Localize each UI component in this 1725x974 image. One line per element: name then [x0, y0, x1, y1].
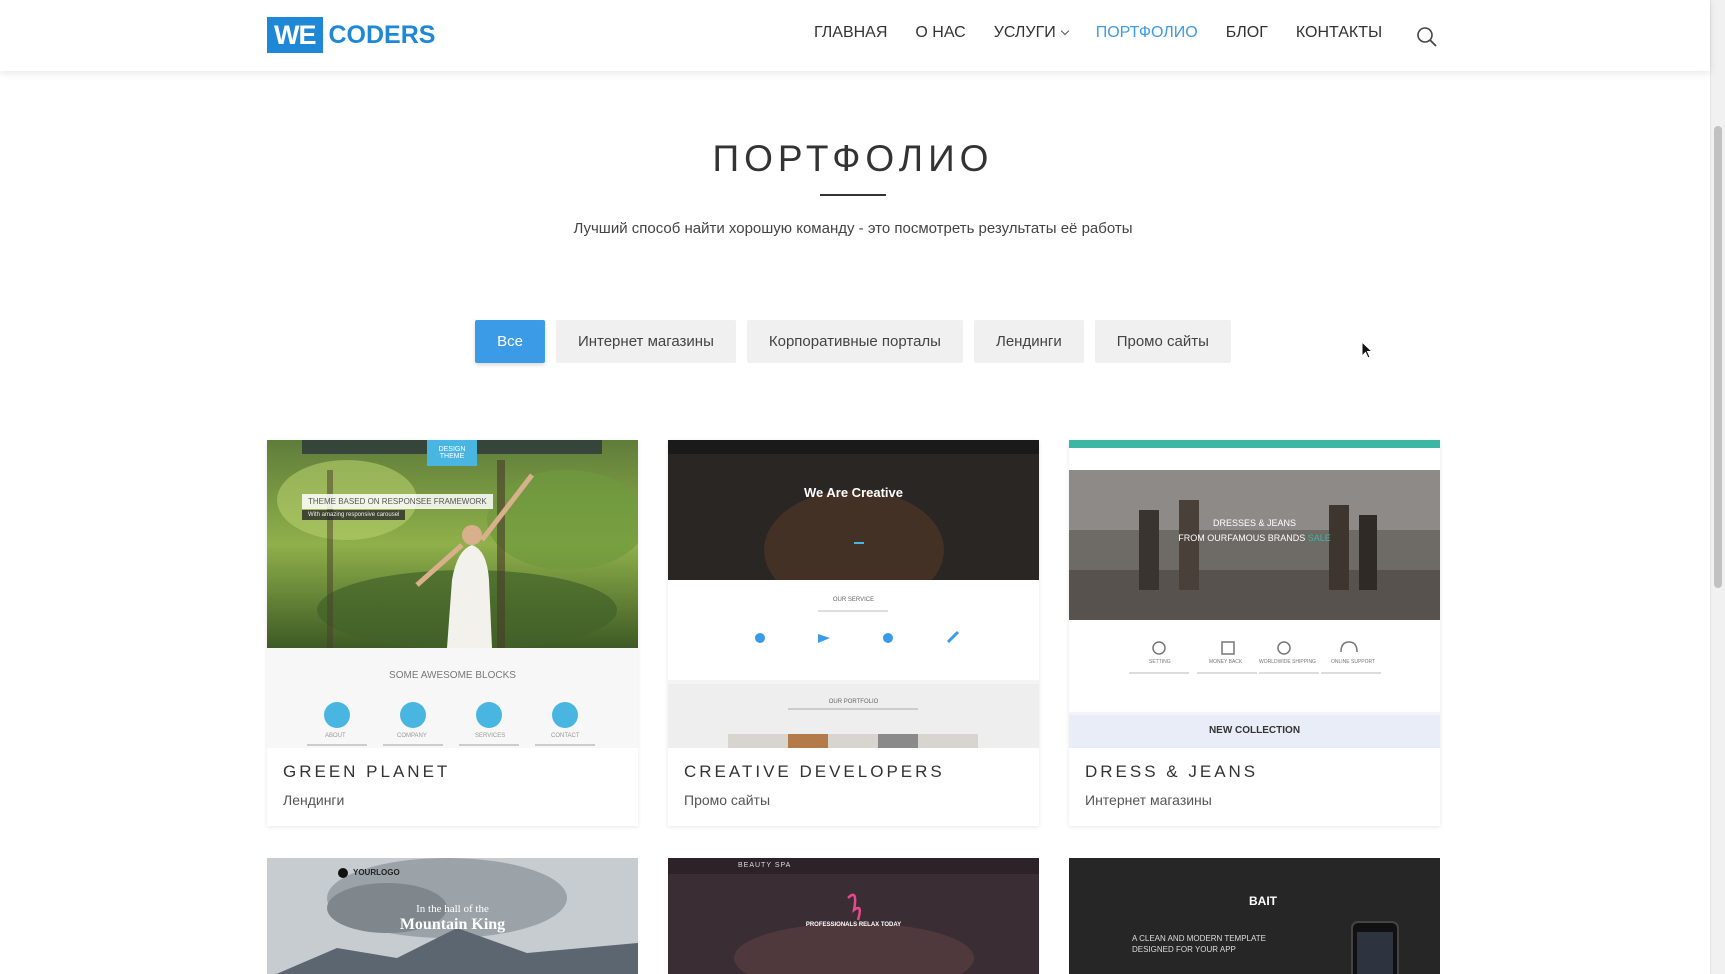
portfolio-filters: Все Интернет магазины Корпоративные порт…: [0, 320, 1706, 363]
filter-online-stores[interactable]: Интернет магазины: [555, 320, 736, 363]
search-icon[interactable]: [1416, 26, 1438, 48]
mouse-cursor-icon: [1361, 341, 1373, 359]
fashion-screenshot-image: [1069, 440, 1440, 748]
thumb-headline: We Are Creative: [804, 485, 903, 500]
card-category: Промо сайты: [684, 792, 771, 808]
scrollbar-thumb[interactable]: [1714, 126, 1722, 588]
portfolio-card-beauty-spa[interactable]: BEAUTY SPA PROFESSIONALS RELAX TODAY: [668, 858, 1039, 974]
nav-about[interactable]: О НАС: [915, 24, 965, 42]
portfolio-card-mountain-king[interactable]: YOURLOGO In the hall of the Mountain Kin…: [267, 858, 638, 974]
app-screenshot-image: [1069, 858, 1440, 974]
thumb-headline-2-text: FROM OURFAMOUS BRANDS: [1178, 533, 1306, 543]
thumb-icon-label: CONTACT: [551, 733, 580, 739]
portfolio-card-bait-app[interactable]: BAIT A CLEAN AND MODERN TEMPLATE DESIGNE…: [1069, 858, 1440, 974]
thumb-banner: THEME BASED ON RESPONSEE FRAMEWORK: [302, 494, 493, 509]
site-logo[interactable]: WE CODERS: [267, 17, 435, 53]
thumb-sale-text: SALE: [1307, 533, 1331, 543]
page-subtitle: Лучший способ найти хорошую команду - эт…: [573, 220, 1133, 237]
nav-contacts[interactable]: КОНТАКТЫ: [1296, 24, 1382, 42]
card-thumbnail: DRESSES & JEANS FROM OURFAMOUS BRANDS SA…: [1069, 440, 1440, 748]
thumb-feature-label: SETTING: [1149, 659, 1171, 665]
page-title: ПОРТФОЛИО: [712, 138, 994, 179]
card-category: Интернет магазины: [1085, 792, 1212, 808]
thumb-headline: PROFESSIONALS RELAX TODAY: [805, 922, 902, 928]
card-info: CREATIVE DEVELOPERS Промо сайты: [668, 748, 1039, 826]
portfolio-card-green-planet[interactable]: DESIGN THEME THEME BASED ON RESPONSEE FR…: [267, 440, 638, 826]
nav-services[interactable]: УСЛУГИ: [993, 24, 1069, 42]
card-thumbnail: DESIGN THEME THEME BASED ON RESPONSEE FR…: [267, 440, 638, 748]
thumb-icon-label: SERVICES: [475, 733, 506, 739]
thumb-active-menu: DESIGN THEME: [427, 440, 477, 466]
forest-screenshot-image: [267, 440, 638, 748]
thumb-brand: BEAUTY SPA: [738, 862, 792, 869]
card-info: GREEN PLANET Лендинги: [267, 748, 638, 826]
portfolio-card-creative-developers[interactable]: We Are Creative OUR SERVICE OUR PORTFOLI…: [668, 440, 1039, 826]
thumb-line-1: A CLEAN AND MODERN TEMPLATE: [1132, 934, 1266, 943]
thumb-line-2: Mountain King: [399, 916, 506, 933]
page-scrollbar[interactable]: [1710, 0, 1725, 974]
thumb-section-title: OUR SERVICE: [832, 597, 875, 603]
card-title: DRESS & JEANS: [1085, 762, 1259, 781]
filter-corporate-portals[interactable]: Корпоративные порталы: [746, 320, 963, 363]
card-info: DRESS & JEANS Интернет магазины: [1069, 748, 1440, 826]
card-title: CREATIVE DEVELOPERS: [684, 762, 945, 781]
logo-box: WE: [267, 17, 323, 53]
filter-landings[interactable]: Лендинги: [973, 320, 1084, 363]
thumb-line-1: In the hall of the: [416, 903, 489, 915]
thumb-banner-sub: With amazing responsive carousel: [302, 510, 406, 520]
card-thumbnail: We Are Creative OUR SERVICE OUR PORTFOLI…: [668, 440, 1039, 748]
card-category: Лендинги: [283, 792, 345, 808]
thumb-brand: BAIT: [1249, 894, 1277, 908]
main-nav: ГЛАВНАЯ О НАС УСЛУГИ ПОРТФОЛИО БЛОГ КОНТ…: [814, 24, 1410, 42]
thumb-headline-1: DRESSES & JEANS: [1212, 518, 1297, 528]
thumb-section-title-2: OUR PORTFOLIO: [828, 699, 879, 705]
nav-home[interactable]: ГЛАВНАЯ: [814, 24, 887, 42]
thumb-collection-label: NEW COLLECTION: [1208, 725, 1301, 736]
nav-services-label: УСЛУГИ: [993, 24, 1056, 41]
filter-all[interactable]: Все: [475, 320, 545, 363]
title-divider: [820, 194, 886, 196]
portfolio-card-dress-jeans[interactable]: DRESSES & JEANS FROM OURFAMOUS BRANDS SA…: [1069, 440, 1440, 826]
thumb-icon-label: ABOUT: [325, 733, 346, 739]
thumb-logo: YOURLOGO: [353, 868, 400, 877]
thumb-section-title: SOME AWESOME BLOCKS: [389, 670, 516, 681]
card-title: GREEN PLANET: [283, 762, 451, 781]
nav-portfolio[interactable]: ПОРТФОЛИО: [1096, 24, 1198, 42]
thumb-icon-label: COMPANY: [397, 733, 427, 739]
thumb-line-2: DESIGNED FOR YOUR APP: [1132, 945, 1236, 954]
chevron-down-icon: [1060, 26, 1069, 36]
thumb-feature-label: WORLDWIDE SHIPPING: [1259, 659, 1316, 665]
thumb-feature-label: MONEY BACK: [1209, 659, 1243, 665]
filter-promo-sites[interactable]: Промо сайты: [1094, 320, 1231, 363]
site-header: WE CODERS ГЛАВНАЯ О НАС УСЛУГИ ПОРТФОЛИО…: [0, 0, 1710, 71]
logo-text: CODERS: [328, 20, 436, 49]
nav-blog[interactable]: БЛОГ: [1226, 24, 1268, 42]
thumb-headline-2: FROM OURFAMOUS BRANDS SALE: [1069, 533, 1440, 543]
thumb-feature-label: ONLINE SUPPORT: [1331, 659, 1376, 665]
spa-screenshot-image: [668, 858, 1039, 974]
